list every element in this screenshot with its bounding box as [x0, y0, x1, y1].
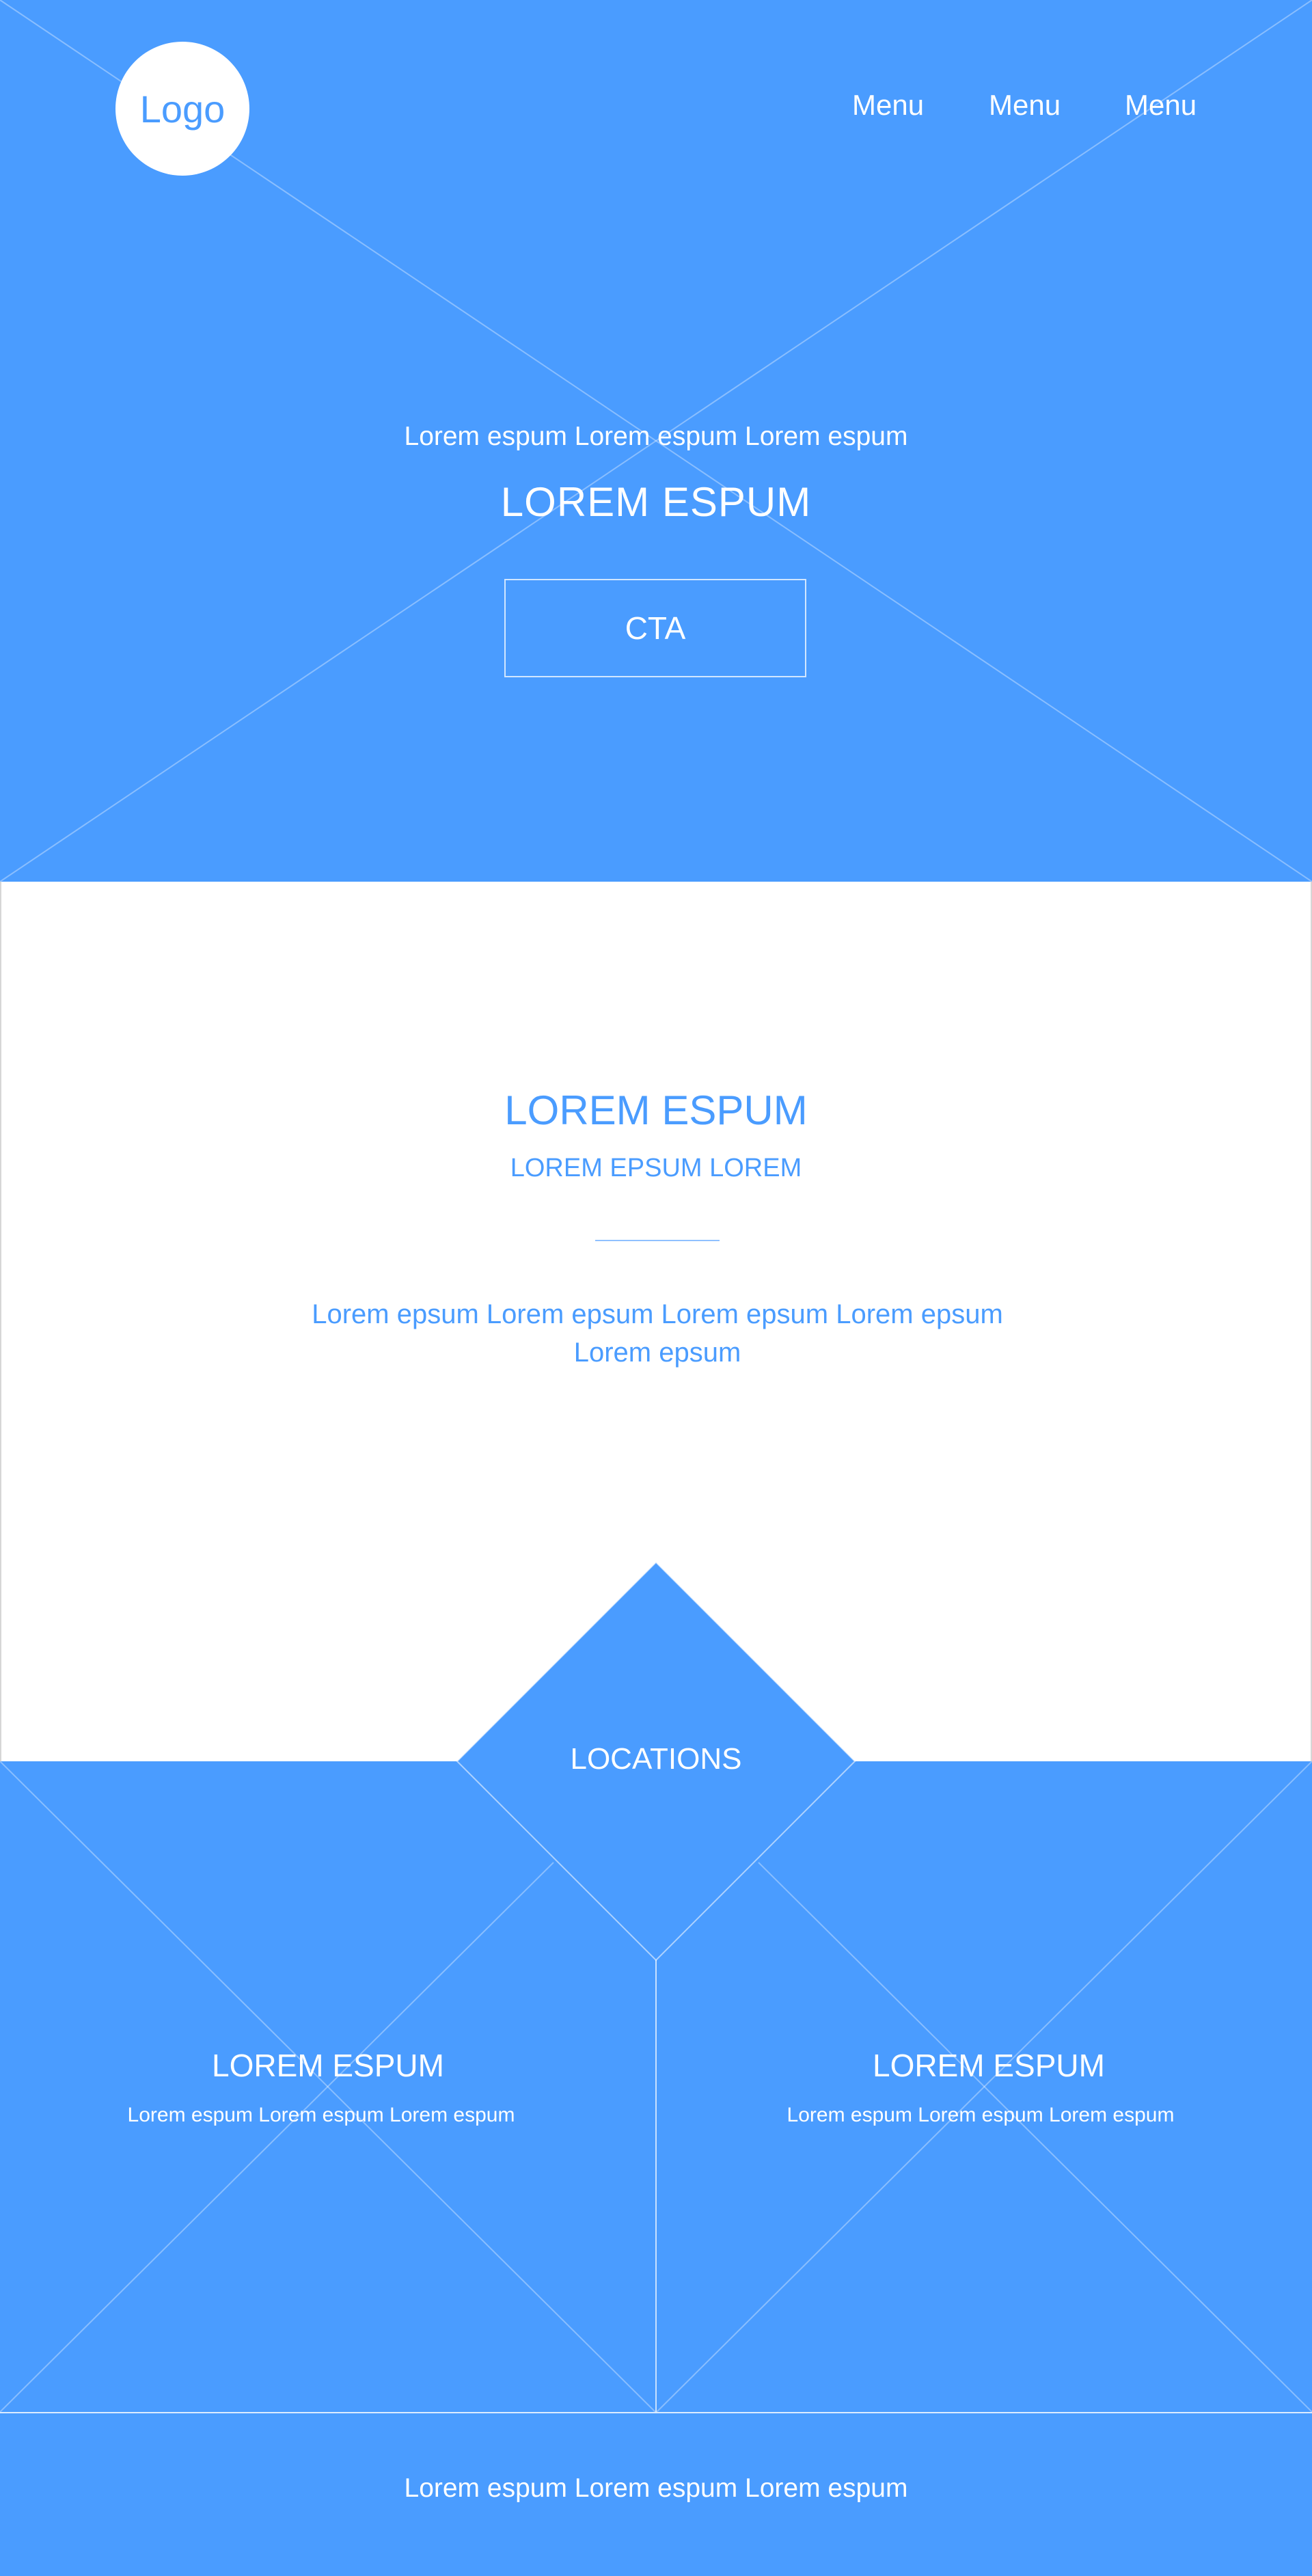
- about-title: LOREM ESPUM: [504, 1087, 808, 1133]
- about-divider: [595, 1240, 720, 1241]
- hero-title: LOREM ESPUM: [500, 479, 812, 525]
- location-card-2-title: LOREM ESPUM: [873, 2048, 1105, 2083]
- hero-section: Logo Menu Menu Menu Lorem espum Lorem es…: [0, 0, 1312, 882]
- locations-label: LOCATIONS: [570, 1742, 742, 1776]
- cta-button[interactable]: CTA: [504, 579, 806, 677]
- wireframe-page: Logo Menu Menu Menu Lorem espum Lorem es…: [0, 0, 1312, 2576]
- nav-menu-item-3[interactable]: Menu: [1125, 89, 1197, 122]
- location-card-1-title: LOREM ESPUM: [212, 2048, 444, 2083]
- about-body: Lorem epsum Lorem epsum Lorem epsum Lore…: [282, 1295, 1033, 1372]
- about-body-line-2: Lorem epsum: [573, 1338, 741, 1368]
- footer-text: Lorem espum Lorem espum Lorem espum: [404, 2473, 908, 2503]
- nav-menu-item-1[interactable]: Menu: [852, 89, 924, 122]
- location-card-1-description: Lorem espum Lorem espum Lorem espum: [127, 2104, 515, 2126]
- logo-label: Logo: [139, 87, 226, 131]
- hero-subtitle: Lorem espum Lorem espum Lorem espum: [404, 422, 908, 451]
- logo[interactable]: Logo: [115, 42, 249, 176]
- about-body-line-1: Lorem epsum Lorem epsum Lorem epsum Lore…: [312, 1299, 1003, 1329]
- nav-menu-item-2[interactable]: Menu: [989, 89, 1061, 122]
- location-card-2-description: Lorem espum Lorem espum Lorem espum: [787, 2104, 1175, 2126]
- footer: Lorem espum Lorem espum Lorem espum: [0, 2412, 1312, 2576]
- about-section: LOREM ESPUM LOREM EPSUM LOREM Lorem epsu…: [0, 882, 1312, 1761]
- locations-placeholder-lines: [0, 1761, 1312, 2412]
- about-subtitle: LOREM EPSUM LOREM: [510, 1154, 802, 1182]
- locations-section: [0, 1761, 1312, 2412]
